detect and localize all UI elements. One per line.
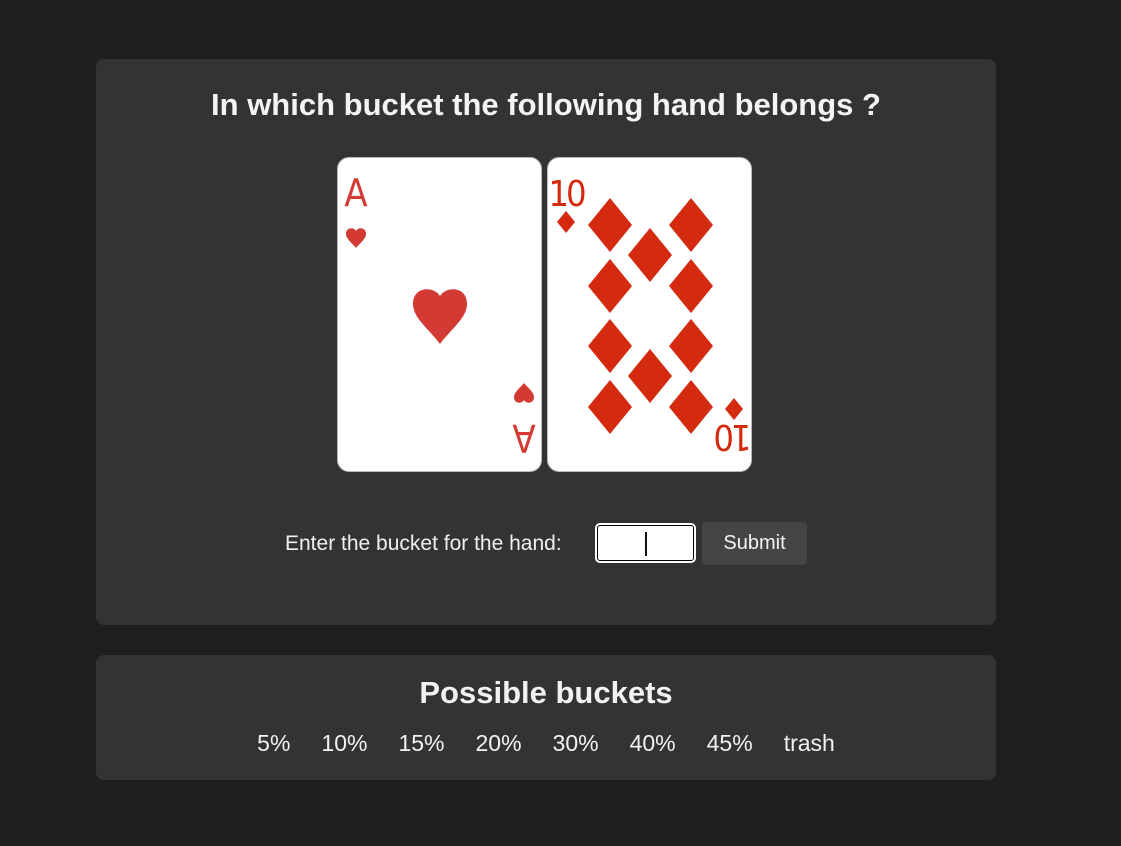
diamond-icon [588,380,632,434]
bucket-option-5[interactable]: 5% [257,732,290,755]
diamond-icon [628,228,672,282]
diamond-icon [669,380,713,434]
submit-button[interactable]: Submit [702,522,807,565]
heart-icon [514,383,534,403]
heart-icon [413,289,467,344]
card-rank-bottom: 10 [715,416,752,457]
diamond-icon [628,349,672,403]
bucket-option-45[interactable]: 45% [707,732,753,755]
card-rank-bottom: A [512,416,536,460]
bucket-option-40[interactable]: 40% [630,732,676,755]
playing-card-ten-of-diamonds: 10 10 [547,157,752,472]
bucket-option-20[interactable]: 20% [476,732,522,755]
diamond-pips [588,198,713,434]
heart-icon [346,228,366,248]
card-rank-top: 10 [548,174,585,215]
card-rank-top: A [344,171,368,215]
text-caret [645,532,647,556]
answer-row: Enter the bucket for the hand: Submit [96,521,996,565]
bucket-list: 5% 10% 15% 20% 30% 40% 45% trash [96,732,996,755]
quiz-panel: In which bucket the following hand belon… [96,59,996,625]
buckets-panel: Possible buckets 5% 10% 15% 20% 30% 40% … [96,655,996,780]
diamond-icon [588,198,632,252]
card-face-ace: A A [344,171,536,460]
answer-label: Enter the bucket for the hand: [285,532,562,555]
buckets-title: Possible buckets [419,675,673,710]
card-face-ten: 10 10 [548,174,752,457]
bucket-option-30[interactable]: 30% [553,732,599,755]
diamond-icon [669,319,713,373]
diamond-icon [588,319,632,373]
diamond-icon [669,198,713,252]
playing-card-ace-of-hearts: A A [337,157,542,472]
question-title: In which bucket the following hand belon… [211,87,881,122]
diamond-icon [669,259,713,313]
bucket-option-15[interactable]: 15% [398,732,444,755]
diamond-icon [588,259,632,313]
bucket-option-10[interactable]: 10% [321,732,367,755]
bucket-option-trash[interactable]: trash [784,732,835,755]
